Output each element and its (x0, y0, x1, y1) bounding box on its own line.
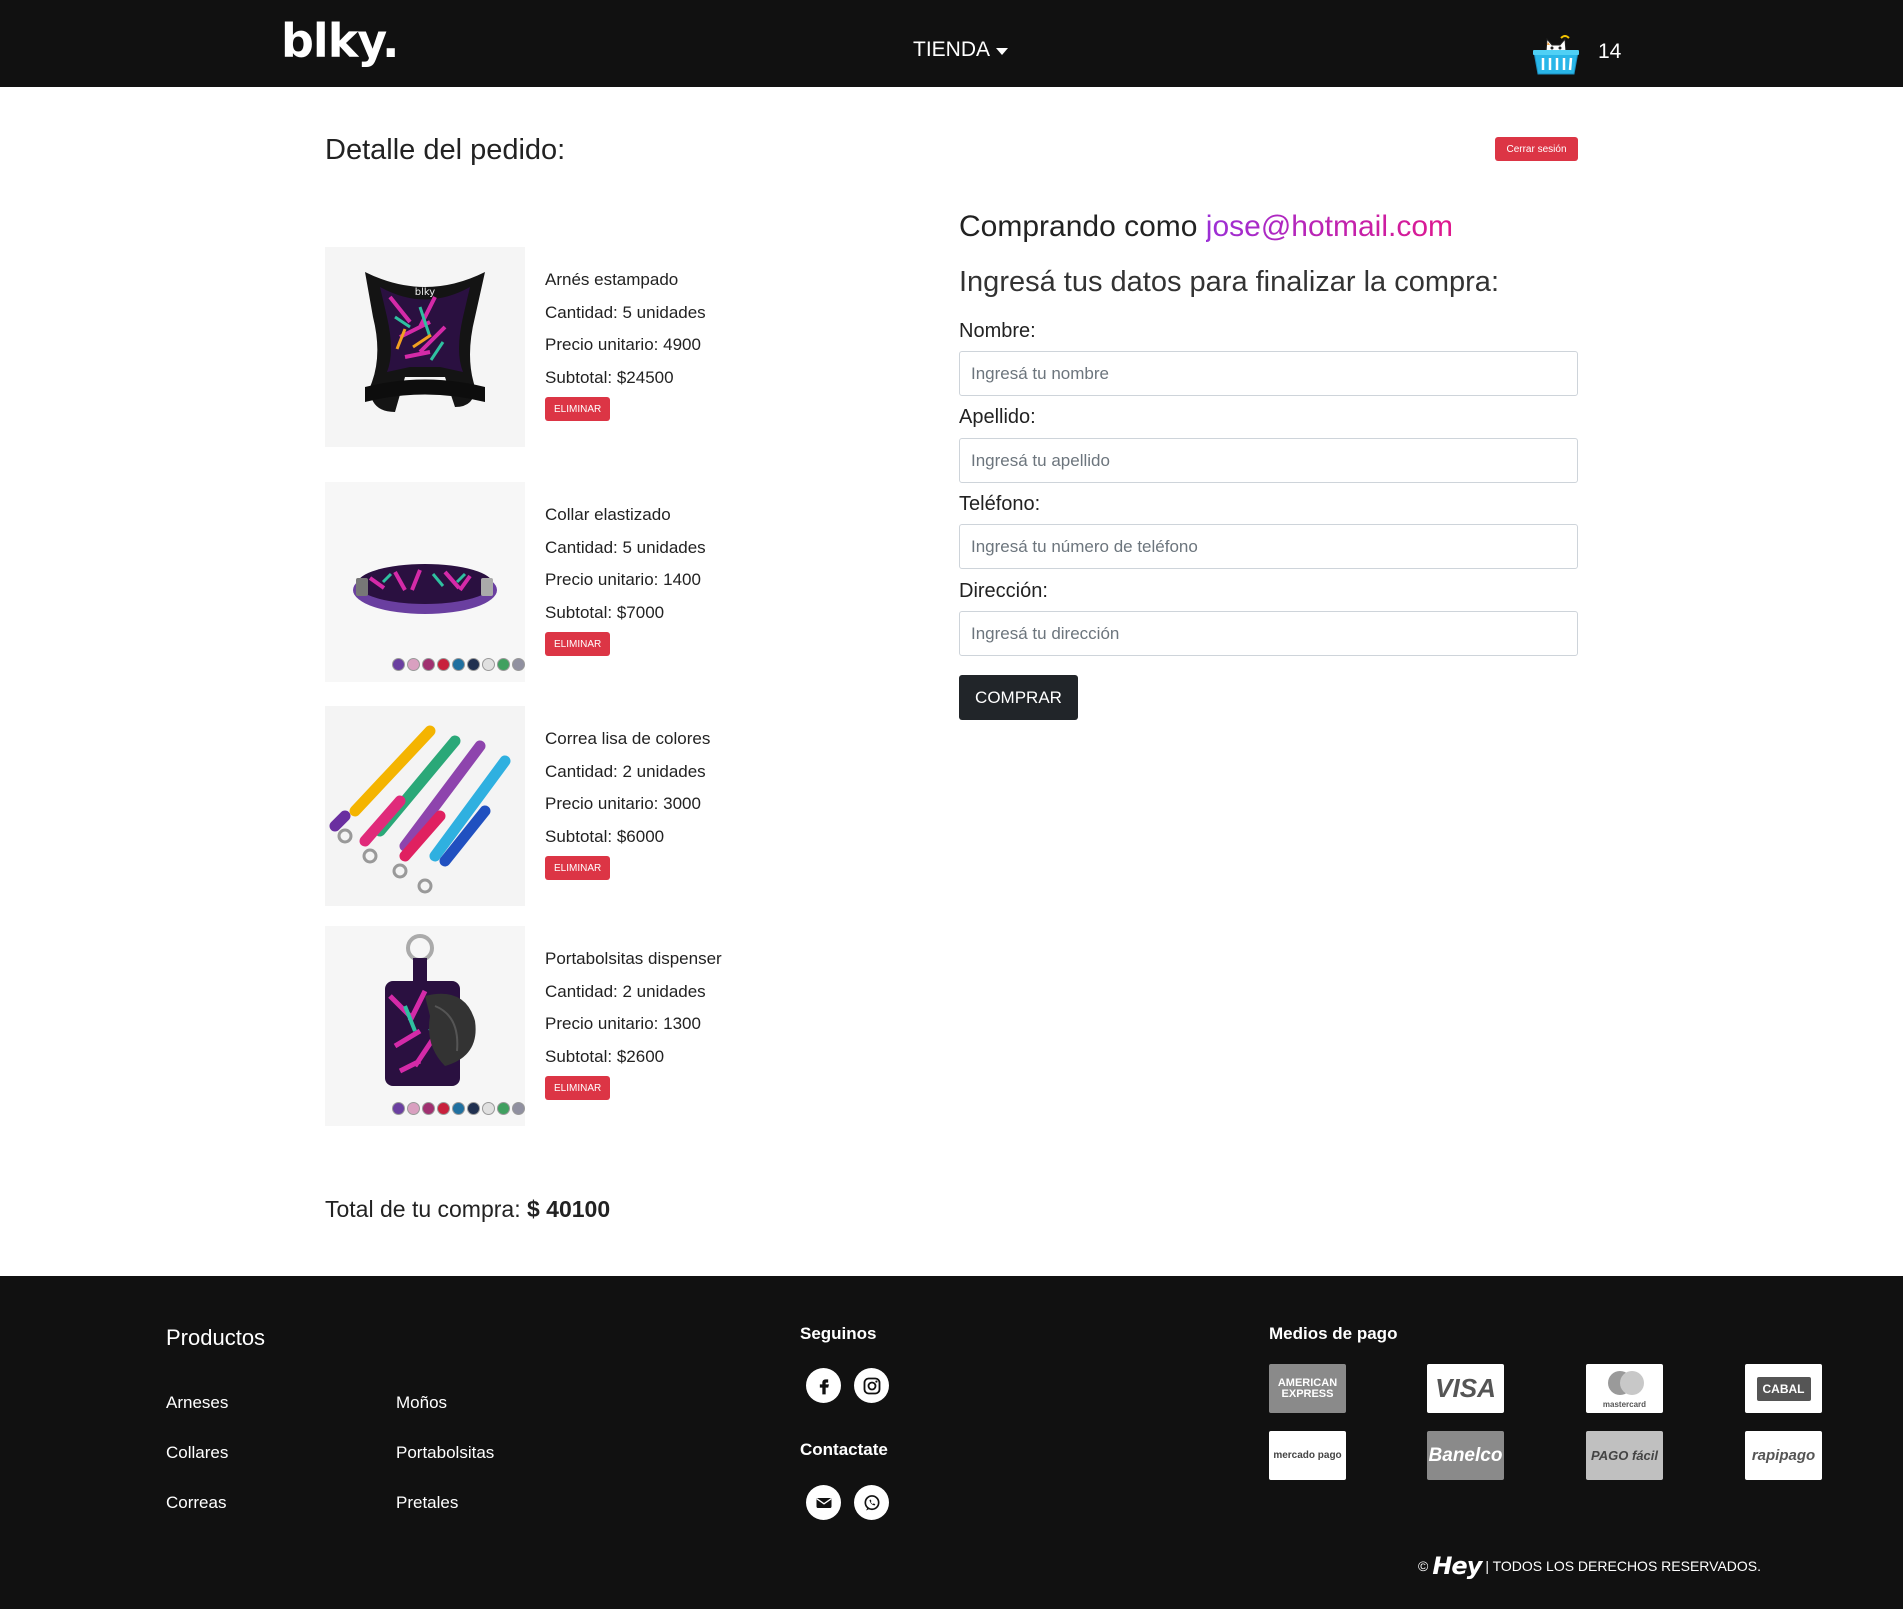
cart-icon[interactable] (1530, 30, 1582, 78)
brand-logo[interactable]: blky. (281, 18, 400, 64)
footer-link-monos[interactable]: Moños (396, 1393, 447, 1413)
delete-item-button[interactable]: ELIMINAR (545, 632, 611, 656)
form-title: Ingresá tus datos para finalizar la comp… (959, 266, 1499, 298)
mastercard-label: mastercard (1602, 1400, 1647, 1409)
mercadopago-logo: mercado pago (1269, 1431, 1346, 1480)
user-email: jose@hotmail.com (1205, 210, 1454, 243)
item-name: Arnés estampado (545, 270, 679, 289)
item-info: Portabolsitas dispenser Cantidad: 2 unid… (545, 944, 722, 1100)
footer-products-title: Productos (166, 1325, 266, 1350)
item-unit-price: Precio unitario: 4900 (545, 335, 701, 354)
item-quantity: Cantidad: 2 unidades (545, 761, 706, 781)
copyright: © Hey | TODOS LOS DERECHOS RESERVADOS. (1418, 1552, 1761, 1580)
nombre-label: Nombre: (959, 320, 1036, 342)
caret-down-icon (996, 47, 1009, 55)
footer-link-collares[interactable]: Collares (166, 1443, 228, 1463)
cart-item: Correa lisa de colores Cantidad: 2 unida… (325, 706, 775, 906)
apellido-input[interactable] (959, 438, 1578, 483)
footer-link-arneses[interactable]: Arneses (166, 1393, 228, 1413)
item-name: Portabolsitas dispenser (545, 949, 722, 968)
item-unit-price: Precio unitario: 1400 (545, 570, 701, 589)
item-info: Collar elastizado Cantidad: 5 unidades P… (545, 500, 706, 656)
tienda-label: TIENDA (913, 38, 991, 61)
telefono-input[interactable] (959, 524, 1578, 569)
collar-photo (325, 482, 525, 682)
bag-dispenser-photo (325, 926, 525, 1126)
direccion-input[interactable] (959, 611, 1578, 656)
total-value: $ 40100 (527, 1196, 611, 1222)
footer-link-portabolsitas[interactable]: Portabolsitas (396, 1443, 494, 1463)
item-unit-price: Precio unitario: 1300 (545, 1014, 701, 1033)
color-swatches (392, 1102, 525, 1115)
item-quantity: Cantidad: 5 unidades (545, 537, 706, 557)
page-title: Detalle del pedido: (325, 134, 566, 166)
facebook-icon[interactable] (806, 1368, 841, 1403)
delete-item-button[interactable]: ELIMINAR (545, 397, 611, 421)
amex-logo: AMERICAN EXPRESS (1269, 1364, 1346, 1413)
telefono-label: Teléfono: (959, 493, 1041, 515)
buying-as: Comprando como jose@hotmail.com (959, 210, 1453, 244)
rapipago-logo: rapipago (1745, 1431, 1822, 1480)
buying-as-label: Comprando como (959, 210, 1206, 243)
item-name: Correa lisa de colores (545, 729, 711, 748)
cart-item: blky Arnés estampado Cantidad: 5 unidade… (325, 247, 775, 447)
item-quantity: Cantidad: 2 unidades (545, 981, 706, 1001)
footer-link-pretales[interactable]: Pretales (396, 1493, 458, 1513)
cabal-label: CABAL (1756, 1376, 1811, 1401)
order-total: Total de tu compra: $ 40100 (325, 1196, 610, 1223)
direccion-label: Dirección: (959, 580, 1048, 602)
buy-button[interactable]: COMPRAR (959, 675, 1078, 720)
footer: Productos Arneses Moños Collares Portabo… (0, 1276, 1903, 1609)
cart-count: 14 (1598, 40, 1622, 63)
nombre-input[interactable] (959, 351, 1578, 396)
footer-follow-title: Seguinos (800, 1324, 877, 1343)
mail-icon[interactable] (806, 1485, 841, 1520)
instagram-icon[interactable] (854, 1368, 889, 1403)
footer-link-correas[interactable]: Correas (166, 1493, 226, 1513)
item-subtotal: Subtotal: $24500 (545, 367, 674, 387)
navbar: blky. TIENDA 14 (0, 0, 1903, 87)
harness-photo: blky (325, 247, 525, 447)
item-subtotal: Subtotal: $6000 (545, 826, 665, 846)
footer-contact-title: Contactate (800, 1440, 888, 1459)
item-unit-price: Precio unitario: 3000 (545, 794, 701, 813)
cart-item: Collar elastizado Cantidad: 5 unidades P… (325, 482, 775, 682)
mastercard-logo: mastercard (1586, 1364, 1663, 1413)
copyright-text: | TODOS LOS DERECHOS RESERVADOS. (1485, 1558, 1762, 1574)
cart-item: Portabolsitas dispenser Cantidad: 2 unid… (325, 926, 775, 1126)
copyright-icon: © (1418, 1558, 1429, 1574)
logout-button[interactable]: Cerrar sesión (1495, 137, 1578, 161)
item-info: Correa lisa de colores Cantidad: 2 unida… (545, 724, 710, 880)
pagofacil-logo: PAGO fácil (1586, 1431, 1663, 1480)
item-info: Arnés estampado Cantidad: 5 unidades Pre… (545, 265, 706, 421)
svg-text:blky: blky (415, 287, 436, 298)
banelco-logo: Banelco (1427, 1431, 1504, 1480)
footer-payments-title: Medios de pago (1269, 1324, 1398, 1343)
item-subtotal: Subtotal: $7000 (545, 602, 665, 622)
apellido-label: Apellido: (959, 406, 1036, 428)
hey-logo: Hey (1432, 1552, 1482, 1580)
cabal-logo: CABAL (1745, 1364, 1822, 1413)
leash-photo (325, 706, 525, 906)
delete-item-button[interactable]: ELIMINAR (545, 856, 611, 880)
color-swatches (392, 658, 525, 671)
item-subtotal: Subtotal: $2600 (545, 1046, 665, 1066)
item-name: Collar elastizado (545, 505, 671, 524)
total-label: Total de tu compra: (325, 1196, 527, 1222)
tienda-dropdown[interactable]: TIENDA (913, 38, 1009, 62)
item-quantity: Cantidad: 5 unidades (545, 302, 706, 322)
whatsapp-icon[interactable] (854, 1485, 889, 1520)
delete-item-button[interactable]: ELIMINAR (545, 1076, 611, 1100)
visa-logo: VISA (1427, 1364, 1504, 1413)
